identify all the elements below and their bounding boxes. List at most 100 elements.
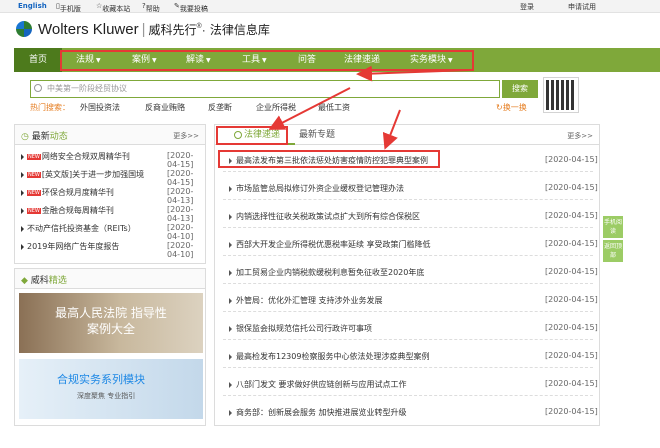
item-text: 外管局：优化外汇管理 支持涉外业务发展 <box>236 296 383 305</box>
hot-keyword[interactable]: 最低工资 <box>318 102 350 113</box>
hot-keyword[interactable]: 外国投资法 <box>80 102 120 113</box>
list-item[interactable]: 最高检发布12309检察服务中心依法处理涉疫典型案例 <box>229 351 429 362</box>
divider <box>223 339 593 340</box>
hot-search-label: 热门搜索： <box>30 103 70 112</box>
banner-subtitle: 深度聚焦 专业指引 <box>77 392 136 400</box>
hot-searches: 热门搜索： 外国投资法 反商业贿赂 反垄断 企业所得税 最低工资 ↻换一换 <box>30 102 527 113</box>
search-input[interactable]: 中美第一阶段经贸协议 <box>30 80 500 98</box>
item-date: [2020-04-15] <box>545 183 598 192</box>
new-badge: NEW <box>27 189 41 196</box>
list-item[interactable]: 加工贸易企业内销税款缓税利息暂免征收至2020年底 <box>229 267 424 278</box>
refresh-keywords-button[interactable]: ↻换一换 <box>496 102 527 113</box>
brand-subtitle: 法律信息库 <box>209 23 270 37</box>
bullet-icon <box>21 225 24 232</box>
selected-title: ◆ 威科精选 <box>21 273 67 286</box>
annotation-box-first-item <box>218 150 440 168</box>
list-item[interactable]: 商务部：创新展会服务 加快推进展览业转型升级 <box>229 407 407 418</box>
list-item[interactable]: NEW 金融合规每周精华刊 <box>21 205 114 216</box>
feedback-label: 我要投稿 <box>179 5 208 13</box>
item-text: 内销选择性征收关税政策试点扩大到所有综合保税区 <box>236 212 420 221</box>
bullet-icon <box>229 241 232 248</box>
divider <box>223 199 593 200</box>
item-date: [2020-04-15] <box>545 239 598 248</box>
item-text: 西部大开发企业所得税优惠税率延续 享受政策门槛降低 <box>236 240 431 249</box>
list-item[interactable]: NEW [英文版]关于进一步加强国境 <box>21 169 144 180</box>
list-item[interactable]: 银保监会拟规范信托公司行政许可事项 <box>229 323 372 334</box>
list-item[interactable]: 八部门发文 要求做好供应链创新与应用试点工作 <box>229 379 407 390</box>
item-date: [2020-04-15] <box>545 155 598 164</box>
divider <box>223 395 593 396</box>
item-date: [2020-04-15] <box>545 351 598 360</box>
feedback-link[interactable]: ✎ 我要投稿 <box>174 2 208 13</box>
site-header: Wolters Kluwer | 威科先行®· 法律信息库 <box>0 14 660 48</box>
news-text: 金融合规每周精华刊 <box>41 206 114 215</box>
bullet-icon <box>21 189 24 196</box>
latest-news-header: ◷ 最新动态 更多>> <box>15 125 205 145</box>
hot-keyword[interactable]: 企业所得税 <box>256 102 296 113</box>
bullet-icon <box>21 171 24 178</box>
bullet-icon <box>229 185 232 192</box>
divider <box>223 227 593 228</box>
side-floating-tabs: 手机阅读 返回顶部 <box>603 216 623 264</box>
favorite-link[interactable]: ☆ 收藏本站 <box>96 2 130 13</box>
item-date: [2020-04-15] <box>545 323 598 332</box>
brand-title[interactable]: Wolters Kluwer | 威科先行®· 法律信息库 <box>38 21 270 38</box>
list-item[interactable]: 2019年网络广告年度报告 <box>21 241 119 252</box>
trial-link[interactable]: 申请试用 <box>568 2 596 12</box>
bullet-icon <box>229 269 232 276</box>
mobile-version-label: 手机版 <box>59 5 81 13</box>
guiding-cases-banner[interactable]: 最高人民法院 指导性案例大全 <box>19 293 203 353</box>
back-to-top-tab[interactable]: 返回顶部 <box>603 240 623 262</box>
banner-text: 最高人民法院 指导性案例大全 <box>55 306 167 336</box>
item-text: 八部门发文 要求做好供应链创新与应用试点工作 <box>236 380 407 389</box>
login-link[interactable]: 登录 <box>520 2 534 12</box>
latest-news-panel: ◷ 最新动态 更多>> NEW 网络安全合规双周精华刊 [2020-04-15] … <box>14 124 206 264</box>
clock-icon: ◷ <box>21 132 29 142</box>
mobile-version-link[interactable]: ▯ 手机版 <box>56 2 81 13</box>
list-item[interactable]: 不动产信托投资基金（REITs） <box>21 223 136 234</box>
bullet-icon <box>229 381 232 388</box>
divider <box>223 171 593 172</box>
english-link[interactable]: English <box>18 2 47 10</box>
banner-title: 合规实务系列模块 <box>57 373 145 386</box>
hot-keyword[interactable]: 反商业贿赂 <box>145 102 185 113</box>
divider <box>223 283 593 284</box>
item-text: 市场监管总局拟修订外资企业缓权登记管理办法 <box>236 184 404 193</box>
news-text: 环保合规月度精华刊 <box>41 188 114 197</box>
new-badge: NEW <box>27 171 41 178</box>
compliance-modules-banner[interactable]: 合规实务系列模块 深度聚焦 专业指引 <box>19 359 203 419</box>
list-item[interactable]: 西部大开发企业所得税优惠税率延续 享受政策门槛降低 <box>229 239 431 250</box>
search-button[interactable]: 搜索 <box>502 80 538 98</box>
latest-title-prefix: 最新 <box>31 132 50 142</box>
selected-panel: ◆ 威科精选 最高人民法院 指导性案例大全 合规实务系列模块 深度聚焦 专业指引 <box>14 268 206 426</box>
list-item[interactable]: NEW 网络安全合规双周精华刊 <box>21 151 130 162</box>
express-more-link[interactable]: 更多>> <box>567 131 593 141</box>
help-label: 帮助 <box>145 5 160 13</box>
item-date: [2020-04-15] <box>545 295 598 304</box>
news-date: [2020-04-15] <box>167 151 194 169</box>
list-item[interactable]: NEW 环保合规月度精华刊 <box>21 187 114 198</box>
brand-cn: 威科先行 <box>148 23 197 37</box>
item-text: 商务部：创新展会服务 加快推进展览业转型升级 <box>236 408 407 417</box>
list-item[interactable]: 市场监管总局拟修订外资企业缓权登记管理办法 <box>229 183 404 194</box>
news-text: 不动产信托投资基金（REITs） <box>27 224 136 233</box>
bullet-icon <box>21 207 24 214</box>
annotation-box-nav <box>60 50 474 71</box>
help-link[interactable]: ? 帮助 <box>142 2 160 13</box>
brand-dot: · <box>201 23 206 37</box>
latest-more-link[interactable]: 更多>> <box>173 131 199 141</box>
list-item[interactable]: 外管局：优化外汇管理 支持涉外业务发展 <box>229 295 383 306</box>
new-badge: NEW <box>27 153 41 160</box>
hot-keyword[interactable]: 反垄断 <box>208 102 232 113</box>
wolters-kluwer-logo-icon[interactable] <box>16 21 32 37</box>
news-date: [2020-04-13] <box>167 205 194 223</box>
nav-home[interactable]: 首页 <box>14 48 62 72</box>
new-badge: NEW <box>27 207 41 214</box>
latest-news-title: ◷ 最新动态 <box>21 129 68 142</box>
bullet-icon <box>229 213 232 220</box>
list-item[interactable]: 内销选择性征收关税政策试点扩大到所有综合保税区 <box>229 211 420 222</box>
mobile-read-tab[interactable]: 手机阅读 <box>603 216 623 238</box>
bullet-icon <box>21 243 24 250</box>
tab-latest-topics[interactable]: 最新专题 <box>299 125 335 145</box>
bullet-icon <box>229 325 232 332</box>
